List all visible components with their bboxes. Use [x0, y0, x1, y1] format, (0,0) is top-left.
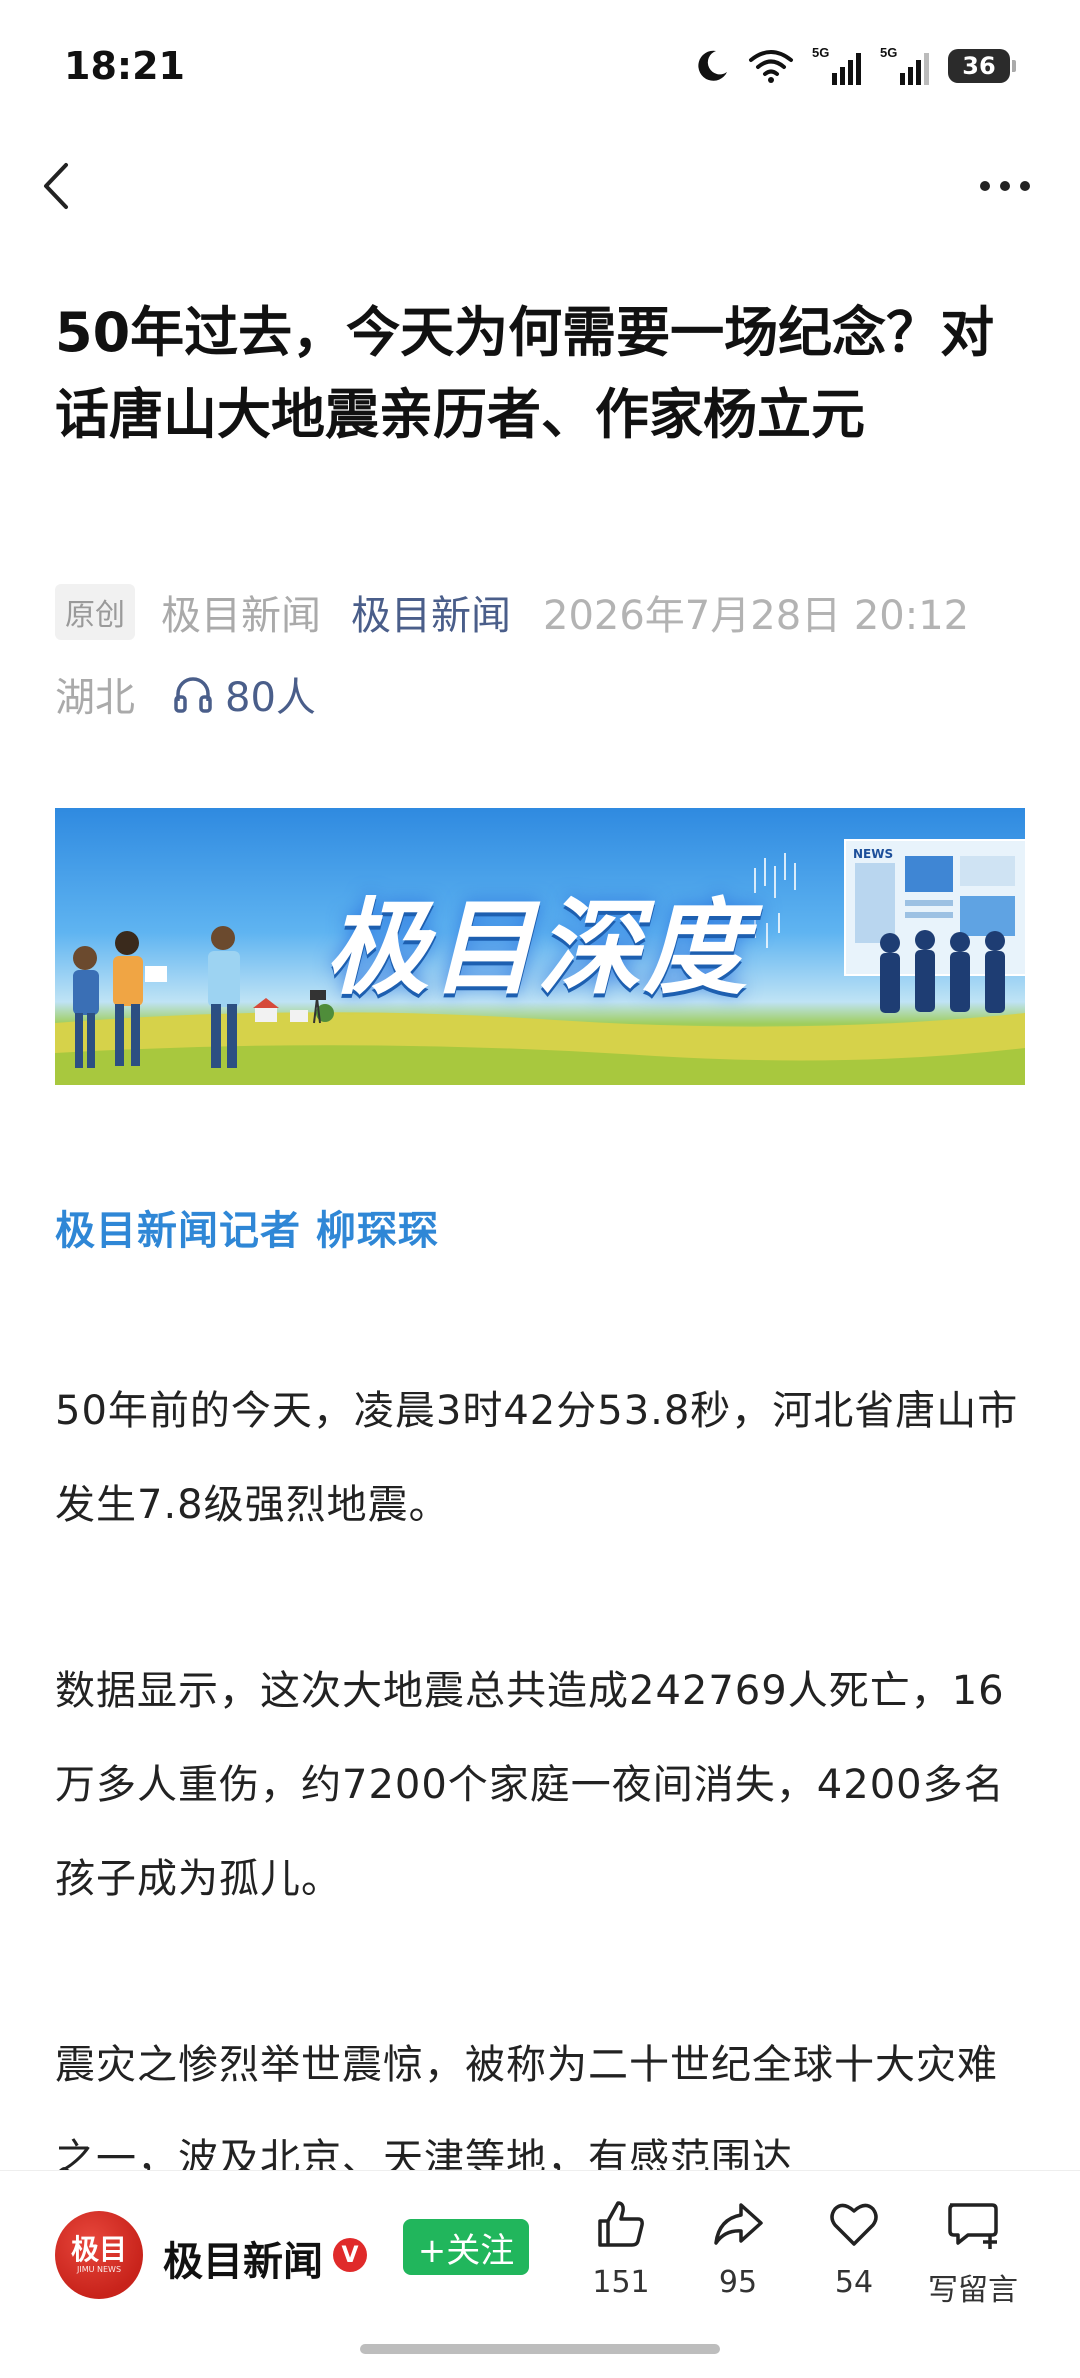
status-icons: 5G 5G 36 [694, 44, 1016, 88]
signal-icon: 5G [812, 45, 862, 87]
nav-bar [0, 140, 1080, 230]
more-button[interactable] [970, 158, 1040, 214]
reporter-byline: 极目新闻记者 柳琛琛 [55, 1208, 439, 1254]
wifi-icon [748, 48, 794, 84]
article-meta: 原创 极目新闻 极目新闻 2026年7月28日 20:12 [55, 583, 969, 641]
article-paragraph: 数据显示，这次大地震总共造成242769人死亡，16万多人重伤，约7200个家庭… [55, 1668, 1005, 1902]
more-icon [980, 181, 1030, 191]
signal-icon: 5G [880, 45, 930, 87]
headphones-icon [174, 677, 212, 713]
article-paragraph: 50年前的今天，凌晨3时42分53.8秒，河北省唐山市发生7.8级强烈地震。 [55, 1388, 1019, 1528]
article-title: 50年过去，今天为何需要一场纪念？对话唐山大地震亲历者、作家杨立元 [55, 301, 995, 446]
share-icon [714, 2203, 763, 2245]
location-label: 湖北 [55, 675, 135, 721]
favorite-icon [830, 2203, 878, 2246]
status-time: 18:21 [64, 44, 185, 88]
article-source: 极目新闻 [161, 593, 321, 639]
share-count: 95 [718, 2265, 758, 2300]
home-indicator[interactable] [360, 2344, 720, 2354]
signal1-label: 5G [812, 45, 829, 60]
listen-button[interactable]: 80人 [173, 665, 316, 723]
follow-button[interactable]: +关注 [403, 2219, 529, 2275]
back-button[interactable] [30, 158, 80, 214]
screen: 18:21 5G 5G 36 50年过去，今天为何需要一场纪念？对话唐山大地震亲… [0, 0, 1080, 2378]
like-icon [598, 2201, 644, 2247]
like-count: 151 [592, 2265, 650, 2300]
comment-button[interactable]: 写留言 [918, 2197, 1028, 2309]
banner-title: 极目深度 [325, 887, 750, 1009]
status-bar: 18:21 5G 5G 36 [0, 0, 1080, 130]
signal2-label: 5G [880, 45, 897, 60]
comment-label: 写留言 [928, 2273, 1018, 2308]
avatar-subtext: JIMU NEWS [76, 2265, 122, 2274]
account-avatar[interactable]: 极目 JIMU NEWS [55, 2211, 143, 2299]
like-button[interactable]: 151 [566, 2197, 676, 2300]
account-link[interactable]: 极目新闻 [351, 583, 511, 641]
article-meta-extra: 湖北 80人 [55, 665, 316, 723]
battery-indicator: 36 [948, 49, 1016, 83]
verified-badge: V [333, 2238, 367, 2272]
favorite-count: 54 [834, 2265, 874, 2300]
avatar-text: 极目 [70, 2233, 127, 2266]
banner-news-label: NEWS [853, 847, 894, 861]
account-name[interactable]: 极目新闻 [163, 2229, 323, 2287]
comment-icon [948, 2203, 998, 2249]
back-icon [44, 163, 68, 209]
moon-icon [694, 48, 730, 84]
favorite-button[interactable]: 54 [799, 2197, 909, 2300]
original-badge: 原创 [55, 584, 135, 640]
article-banner: NEWS 极目深度 [55, 808, 1025, 1085]
share-button[interactable]: 95 [683, 2197, 793, 2300]
listener-count: 80人 [225, 675, 316, 721]
publish-time: 2026年7月28日 20:12 [543, 593, 970, 639]
